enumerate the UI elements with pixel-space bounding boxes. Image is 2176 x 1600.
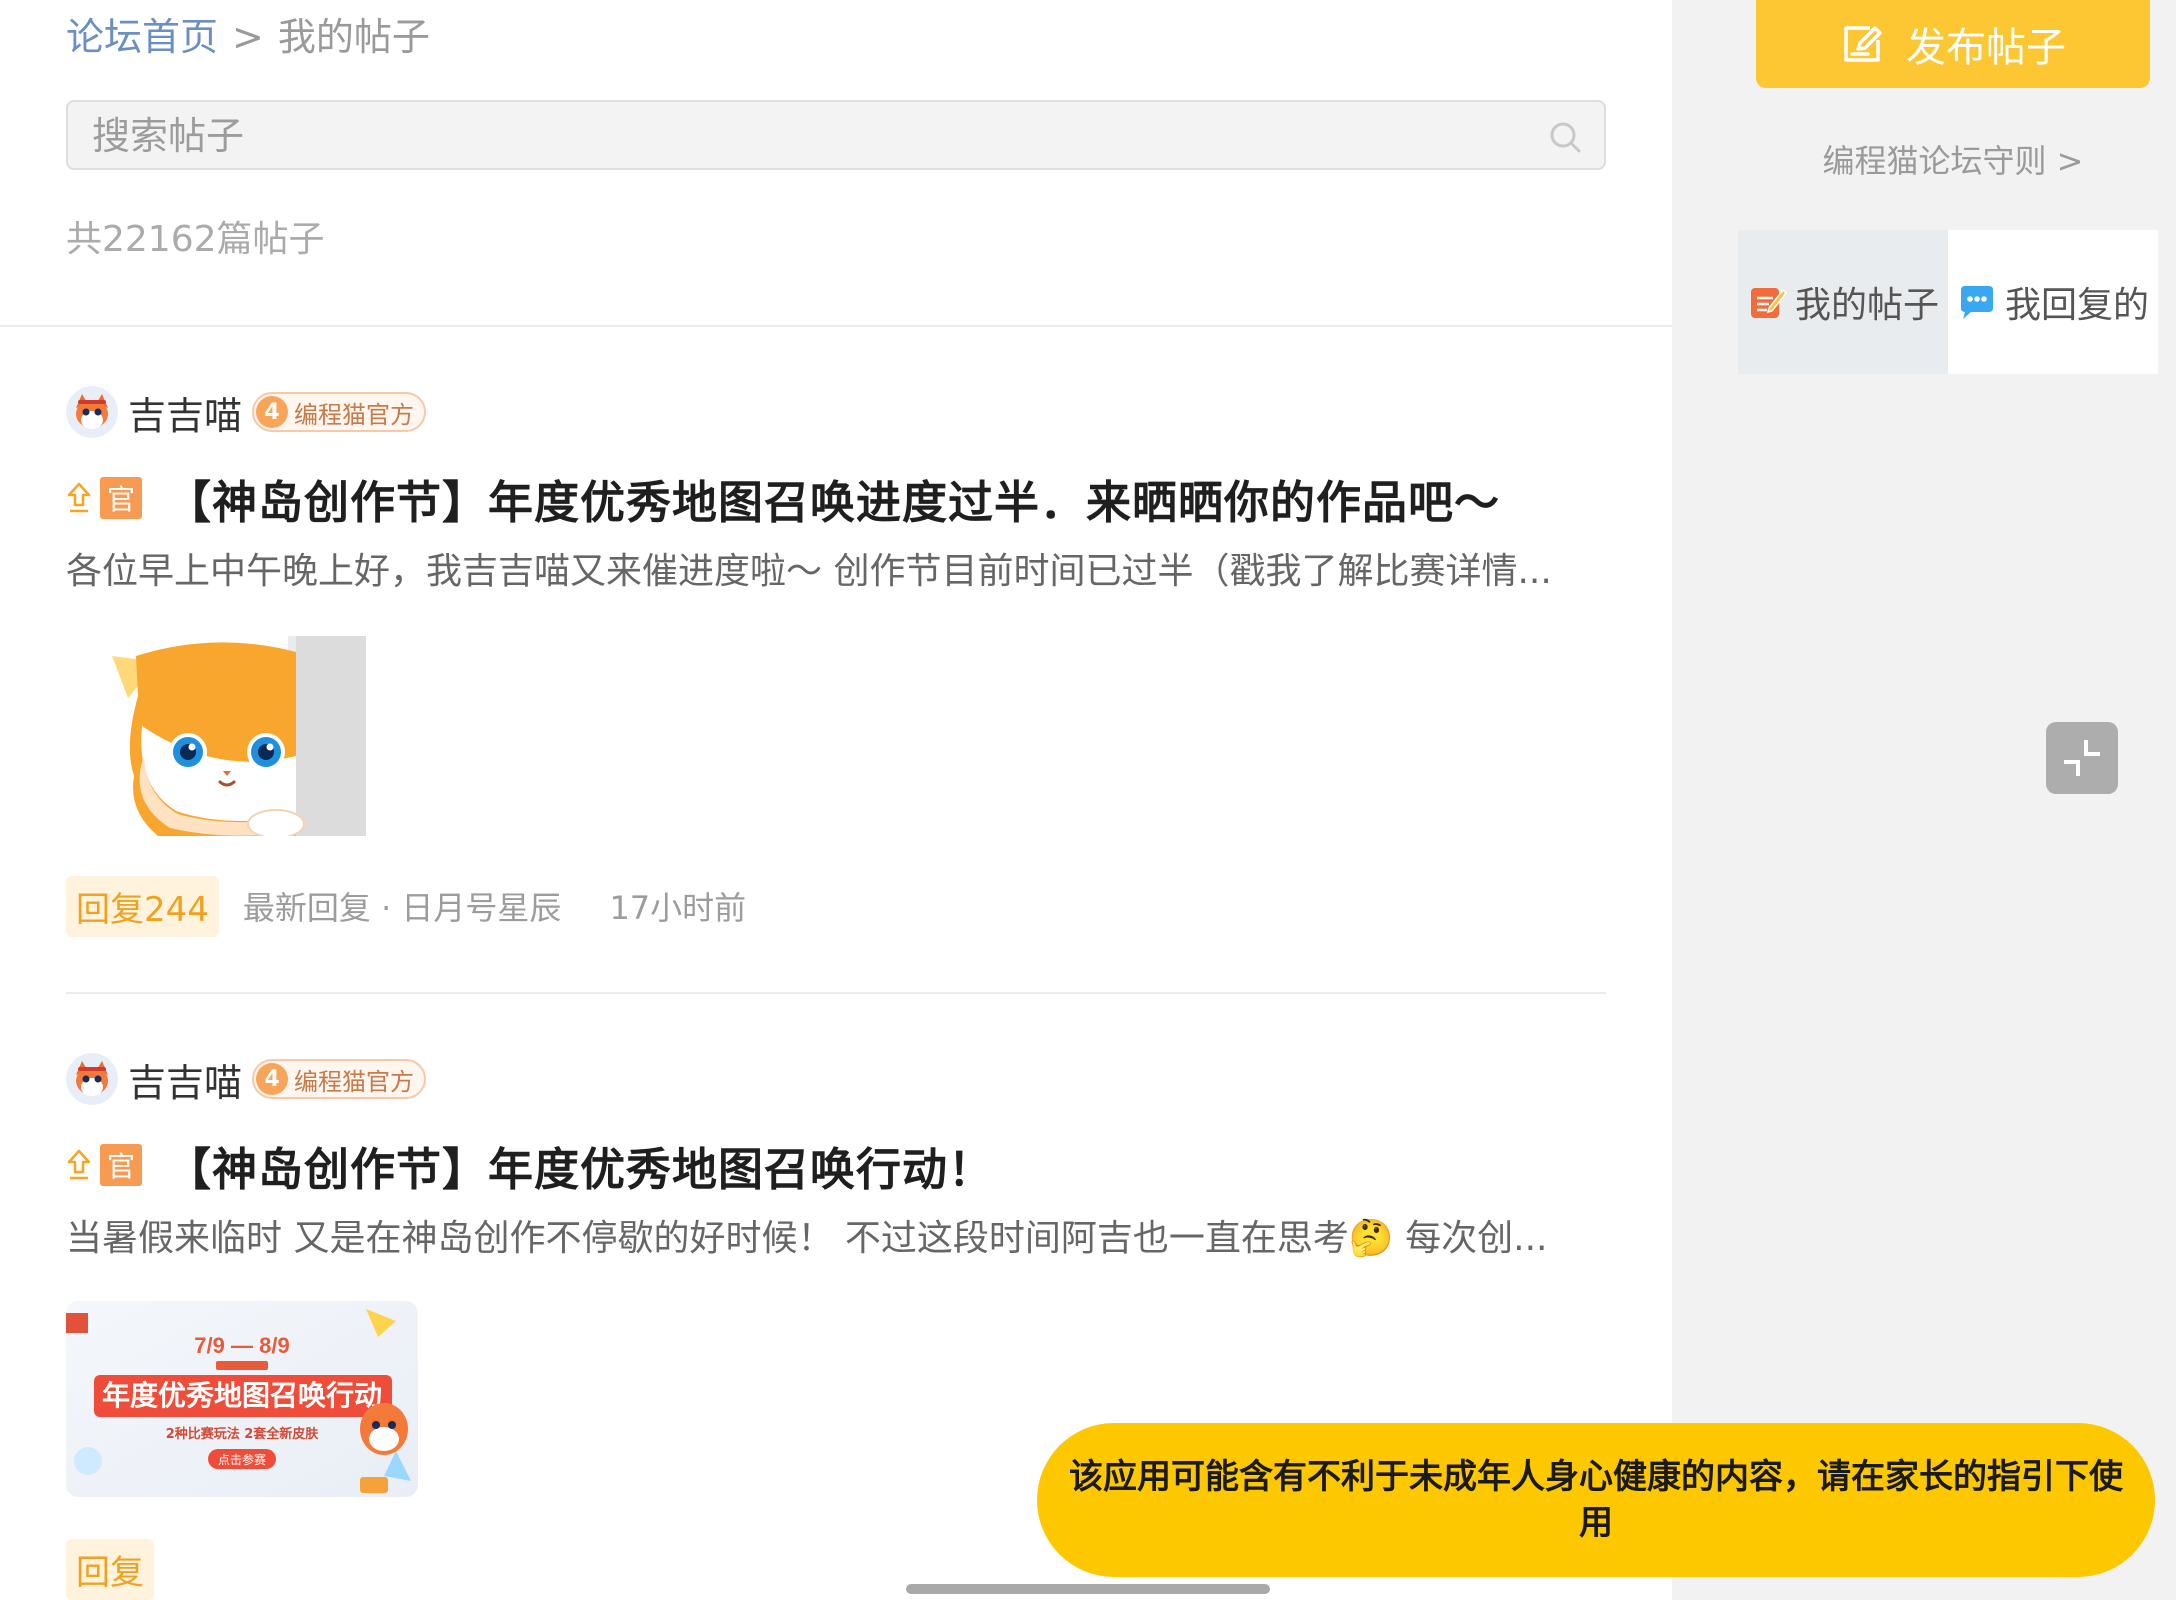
- chat-bubble-icon: [1960, 286, 1993, 319]
- age-warning-text: 该应用可能含有不利于未成年人身心健康的内容，请在家长的指引下使用: [1069, 1457, 2123, 1543]
- collapse-icon: [2064, 740, 2100, 776]
- pinned-up-icon: [67, 1149, 91, 1180]
- post-divider: [66, 992, 1606, 994]
- post-excerpt: 各位早上中午晚上好，我吉吉喵又来催进度啦～ 创作节目前时间已过半（戳我了解比赛详…: [66, 551, 1552, 592]
- badge-level: 4: [256, 1063, 289, 1095]
- post-title-row[interactable]: 官 【神岛创作节】年度优秀地图召唤进度过半．来晒晒你的作品吧～: [66, 466, 1606, 531]
- breadcrumb: 论坛首页 > 我的帖子: [66, 6, 430, 61]
- official-badge: 4 编程猫官方: [252, 392, 427, 432]
- edit-icon: [1844, 26, 1882, 62]
- tab-my-replies-label: 我回复的: [2004, 285, 2149, 326]
- badge-text: 编程猫官方: [294, 1067, 415, 1096]
- badge-level: 4: [256, 396, 289, 428]
- sidebar-tabs: 我的帖子 我回复的: [1738, 230, 2168, 374]
- breadcrumb-current: 我的帖子: [277, 15, 430, 59]
- post-meta: 回复244 最新回复 · 日月号星辰 17小时前: [66, 875, 1606, 937]
- banner-cta: 点击参赛: [218, 1452, 266, 1467]
- search-input[interactable]: [92, 112, 1492, 160]
- tab-my-replies[interactable]: 我回复的: [1948, 230, 2158, 374]
- publish-post-button[interactable]: 发布帖子: [1756, 0, 2150, 88]
- author-name[interactable]: 吉吉喵: [128, 1052, 242, 1107]
- breadcrumb-home-link[interactable]: 论坛首页: [66, 15, 218, 59]
- search-bar[interactable]: [66, 100, 1606, 170]
- post-time: 17小时前: [609, 889, 747, 927]
- post-title[interactable]: 【神岛创作节】年度优秀地图召唤进度过半．来晒晒你的作品吧～: [166, 466, 1500, 531]
- reply-count[interactable]: 回复244: [66, 875, 219, 937]
- reply-count[interactable]: 回复: [66, 1538, 154, 1600]
- search-icon[interactable]: [1548, 120, 1582, 154]
- banner-title: 年度优秀地图召唤行动: [102, 1379, 382, 1412]
- post-count: 共22162篇帖子: [66, 219, 325, 260]
- publish-post-label: 发布帖子: [1906, 25, 2066, 71]
- post-excerpt: 当暑假来临时 又是在神岛创作不停歇的好时候！ 不过这段时间阿吉也一直在思考🤔 每…: [66, 1218, 1548, 1259]
- pinned-up-icon: [67, 482, 91, 513]
- avatar[interactable]: [66, 1053, 118, 1105]
- post-author: 吉吉喵 4 编程猫官方: [66, 382, 1606, 442]
- official-tag: 官: [100, 477, 142, 519]
- latest-reply: 最新回复 · 日月号星辰: [242, 889, 562, 927]
- post-image[interactable]: [66, 636, 1606, 840]
- divider: [0, 325, 1672, 327]
- official-tag: 官: [100, 1144, 142, 1186]
- notepad-icon: [1750, 288, 1787, 318]
- banner-date: 7/9 — 8/9: [194, 1333, 289, 1358]
- post-author: 吉吉喵 4 编程猫官方: [66, 1049, 1606, 1109]
- tab-my-posts-label: 我的帖子: [1794, 285, 1939, 326]
- author-name[interactable]: 吉吉喵: [128, 385, 242, 440]
- avatar[interactable]: [66, 386, 118, 438]
- tab-my-posts[interactable]: 我的帖子: [1738, 230, 1948, 374]
- banner-subtitle: 2种比赛玩法 2套全新皮肤: [166, 1426, 320, 1442]
- main-content: 论坛首页 > 我的帖子 共22162篇帖子: [0, 0, 1672, 1600]
- age-warning-toast: 该应用可能含有不利于未成年人身心健康的内容，请在家长的指引下使用: [1037, 1423, 2155, 1577]
- collapse-button[interactable]: [2046, 722, 2118, 794]
- home-indicator[interactable]: [906, 1584, 1270, 1594]
- official-badge: 4 编程猫官方: [252, 1059, 427, 1099]
- badge-text: 编程猫官方: [294, 400, 415, 429]
- breadcrumb-separator: >: [232, 15, 264, 59]
- post-title[interactable]: 【神岛创作节】年度优秀地图召唤行动！: [166, 1133, 994, 1198]
- forum-rules-link[interactable]: 编程猫论坛守则 >: [1738, 136, 2168, 182]
- post-card[interactable]: 吉吉喵 4 编程猫官方 官 【神岛创作节】年度优秀地图召唤进度过半．来晒晒你的作…: [66, 382, 1606, 937]
- post-title-row[interactable]: 官 【神岛创作节】年度优秀地图召唤行动！: [66, 1133, 1606, 1198]
